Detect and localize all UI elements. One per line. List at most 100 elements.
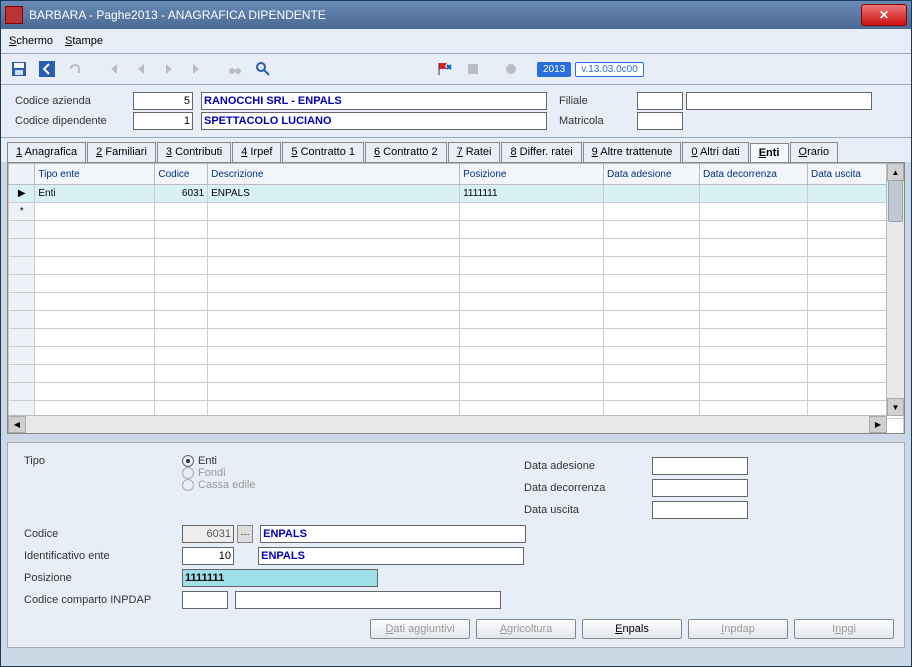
table-row-new[interactable]: * bbox=[9, 203, 904, 221]
azienda-input[interactable] bbox=[201, 92, 547, 110]
table-row[interactable] bbox=[9, 311, 904, 329]
data-uscita-input[interactable] bbox=[652, 501, 748, 519]
matricola-input[interactable] bbox=[637, 112, 683, 130]
tab-orario[interactable]: OrarioOrario bbox=[790, 142, 839, 162]
codice-dipendente-input[interactable] bbox=[133, 112, 193, 130]
back-icon[interactable] bbox=[35, 57, 59, 81]
label-filiale: Filiale bbox=[555, 91, 633, 111]
col-descrizione[interactable]: Descrizione bbox=[208, 164, 460, 185]
inpgi-button: InpgiInpgi bbox=[794, 619, 894, 639]
tab-enti[interactable]: EntiEnti bbox=[750, 143, 789, 163]
table-row[interactable] bbox=[9, 365, 904, 383]
col-rowhead bbox=[9, 164, 35, 185]
tab-ratei[interactable]: 7 Ratei7 Ratei bbox=[448, 142, 501, 162]
radio-enti[interactable]: Enti bbox=[182, 455, 512, 467]
button-row: Dati aggiuntiviDati aggiuntivi Agricoltu… bbox=[370, 619, 894, 639]
separator bbox=[91, 58, 97, 80]
search-icon[interactable] bbox=[251, 57, 275, 81]
record-icon bbox=[499, 57, 523, 81]
first-icon bbox=[101, 57, 125, 81]
scroll-down-icon[interactable]: ▼ bbox=[887, 398, 904, 416]
label-codice-dipendente: Codice dipendente bbox=[11, 111, 129, 131]
label-posizione: Posizione bbox=[20, 567, 178, 589]
comparto-inpdap-input[interactable] bbox=[182, 591, 228, 609]
grid[interactable]: Tipo ente Codice Descrizione Posizione D… bbox=[7, 162, 905, 434]
label-codice-azienda: Codice azienda bbox=[11, 91, 129, 111]
tab-contratto1[interactable]: 5 Contratto 15 Contratto 1 bbox=[282, 142, 364, 162]
enpals-button[interactable]: EnpalsEnpals bbox=[582, 619, 682, 639]
posizione-input[interactable] bbox=[182, 569, 378, 587]
stop-icon bbox=[461, 57, 485, 81]
version-badge: v.13.03.0c00 bbox=[575, 62, 644, 77]
col-codice[interactable]: Codice bbox=[155, 164, 208, 185]
scrollbar-horizontal[interactable]: ◀ ▶ bbox=[8, 415, 887, 433]
col-tipo[interactable]: Tipo ente bbox=[35, 164, 155, 185]
scroll-right-icon[interactable]: ▶ bbox=[869, 416, 887, 433]
flag-delete-icon[interactable] bbox=[433, 57, 457, 81]
last-icon bbox=[185, 57, 209, 81]
codice-desc-input[interactable] bbox=[260, 525, 526, 543]
scroll-left-icon[interactable]: ◀ bbox=[8, 416, 26, 433]
radio-fondi-label: Fondi bbox=[198, 467, 226, 479]
label-codice: Codice bbox=[20, 523, 178, 545]
tab-altri-dati[interactable]: 0 Altri dati0 Altri dati bbox=[682, 142, 748, 162]
identificativo-input[interactable] bbox=[182, 547, 234, 565]
tab-contratto2[interactable]: 6 Contratto 26 Contratto 2 bbox=[365, 142, 447, 162]
data-decorrenza-input[interactable] bbox=[652, 479, 748, 497]
codice-azienda-input[interactable] bbox=[133, 92, 193, 110]
table-row[interactable] bbox=[9, 329, 904, 347]
attach-icon bbox=[63, 57, 87, 81]
label-data-decorrenza: Data decorrenza bbox=[520, 477, 648, 499]
save-icon[interactable] bbox=[7, 57, 31, 81]
scrollbar-vertical[interactable]: ▲ ▼ bbox=[886, 163, 904, 416]
year-badge: 2013 bbox=[537, 62, 571, 77]
tab-familiari[interactable]: 2 Familiari2 Familiari bbox=[87, 142, 156, 162]
agricoltura-button: AgricolturaAgricoltura bbox=[476, 619, 576, 639]
dipendente-input[interactable] bbox=[201, 112, 547, 130]
lookup-icon[interactable]: ⋯ bbox=[237, 525, 253, 543]
tab-altre-trattenute[interactable]: 9 Altre trattenute9 Altre trattenute bbox=[583, 142, 682, 162]
filiale2-input[interactable] bbox=[686, 92, 872, 110]
table-row[interactable] bbox=[9, 239, 904, 257]
next-icon bbox=[157, 57, 181, 81]
tab-contributi[interactable]: 3 Contributi3 Contributi bbox=[157, 142, 231, 162]
tab-anagrafica[interactable]: 1 Anagrafica1 Anagrafica bbox=[7, 142, 86, 162]
radio-cassa-edile: Cassa edile bbox=[182, 479, 512, 491]
label-comparto-inpdap: Codice comparto INPDAP bbox=[20, 589, 178, 611]
titlebar: BARBARA - Paghe2013 - ANAGRAFICA DIPENDE… bbox=[1, 1, 911, 29]
tab-differ-ratei[interactable]: 8 Differ. ratei8 Differ. ratei bbox=[501, 142, 581, 162]
table-row[interactable] bbox=[9, 221, 904, 239]
col-data-decorrenza[interactable]: Data decorrenza bbox=[700, 164, 808, 185]
prev-icon bbox=[129, 57, 153, 81]
scroll-thumb[interactable] bbox=[888, 180, 903, 222]
menu-stampe[interactable]: StampeStampe bbox=[65, 35, 103, 47]
radio-enti-label: Enti bbox=[198, 455, 217, 467]
inpdap-button: InpdapInpdap bbox=[688, 619, 788, 639]
detail-panel: Tipo Enti Fondi Cassa edile Data adesion… bbox=[7, 442, 905, 648]
label-identificativo: Identificativo ente bbox=[20, 545, 178, 567]
comparto-inpdap-desc-input[interactable] bbox=[235, 591, 501, 609]
table-row[interactable] bbox=[9, 293, 904, 311]
col-posizione[interactable]: Posizione bbox=[460, 164, 604, 185]
codice-input bbox=[182, 525, 234, 543]
col-data-adesione[interactable]: Data adesione bbox=[604, 164, 700, 185]
table-row[interactable] bbox=[9, 383, 904, 401]
table-row[interactable] bbox=[9, 257, 904, 275]
label-data-uscita: Data uscita bbox=[520, 499, 648, 521]
menu-schermo[interactable]: SSchermochermo bbox=[9, 35, 53, 47]
label-matricola: Matricola bbox=[555, 111, 633, 131]
table-row[interactable] bbox=[9, 275, 904, 293]
scroll-up-icon[interactable]: ▲ bbox=[887, 163, 904, 181]
table-row[interactable] bbox=[9, 347, 904, 365]
filiale1-input[interactable] bbox=[637, 92, 683, 110]
app-icon bbox=[5, 6, 23, 24]
data-adesione-input[interactable] bbox=[652, 457, 748, 475]
identificativo-desc-input[interactable] bbox=[258, 547, 524, 565]
close-icon: ✕ bbox=[879, 8, 889, 22]
new-row-icon: * bbox=[9, 203, 35, 221]
close-button[interactable]: ✕ bbox=[861, 4, 907, 26]
window-title: BARBARA - Paghe2013 - ANAGRAFICA DIPENDE… bbox=[29, 8, 861, 22]
tab-irpef[interactable]: 4 Irpef4 Irpef bbox=[232, 142, 281, 162]
label-data-adesione: Data adesione bbox=[520, 455, 648, 477]
table-row[interactable]: ▶Enti6031ENPALS1111111 bbox=[9, 185, 904, 203]
